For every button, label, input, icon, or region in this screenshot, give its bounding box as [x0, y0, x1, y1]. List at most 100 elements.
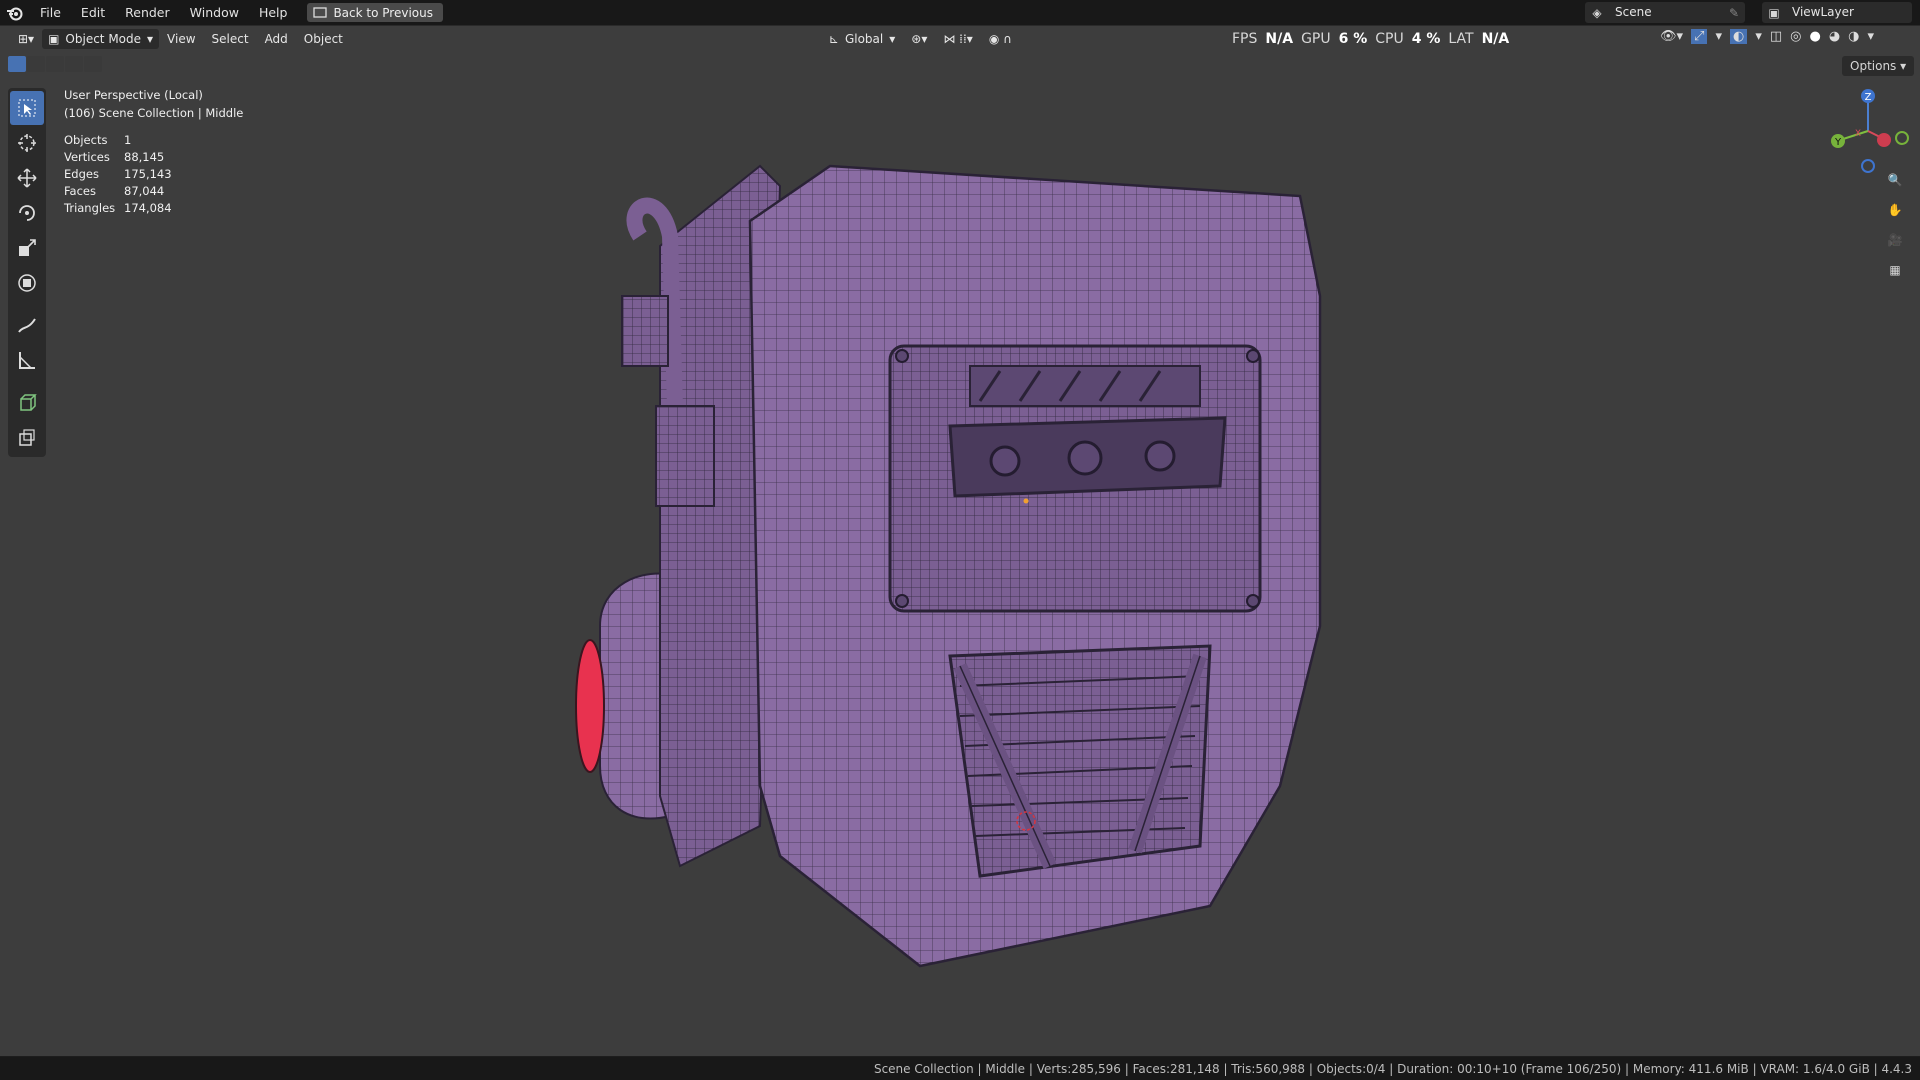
- viewport-shading-controls: 👁▾ ⤢ ▾ ◐ ▾ ◫ ◎ ● ◕ ◑ ▾: [1660, 29, 1875, 44]
- pivot-icon[interactable]: ⊛▾: [903, 29, 935, 49]
- add-cube-tool[interactable]: [10, 385, 44, 419]
- stat-value: 87,044: [124, 184, 165, 198]
- rotate-icon: [19, 205, 35, 221]
- orientation-label: Global: [844, 32, 884, 46]
- hand-icon[interactable]: ✋: [1880, 198, 1910, 222]
- viewlayer-name-field[interactable]: ViewLayer: [1786, 2, 1860, 23]
- zoom-icon[interactable]: 🔍: [1880, 168, 1910, 192]
- select-menu[interactable]: Select: [204, 29, 257, 49]
- menu-help[interactable]: Help: [249, 0, 298, 25]
- overlay-toggle-icon[interactable]: ◐: [1729, 29, 1748, 44]
- viewport-nav-buttons: 🔍 ✋ 🎥 ▦: [1880, 168, 1910, 282]
- annotate-icon: [18, 318, 36, 333]
- select-intersect-icon[interactable]: [84, 56, 102, 72]
- x-axis-label: X: [1855, 129, 1861, 139]
- stat-row: Triangles 174,084: [64, 200, 172, 217]
- gpu-value: 6 %: [1338, 31, 1368, 47]
- menu-edit[interactable]: Edit: [71, 0, 115, 25]
- 3d-viewport[interactable]: ⊞▾ ▣ Object Mode ▾ View Select Add Objec…: [0, 25, 1920, 1056]
- proportional-edit-icon[interactable]: ◉ ∩: [981, 29, 1020, 49]
- xray-icon[interactable]: ◫: [1770, 29, 1782, 44]
- add-cube-icon: [20, 394, 37, 411]
- grid-icon[interactable]: ▦: [1880, 258, 1910, 282]
- material-shading-icon[interactable]: ◕: [1829, 29, 1840, 44]
- transform-orientation-dropdown[interactable]: ⊾ Global ▾: [821, 29, 903, 49]
- viewlayer-selector[interactable]: ▣ ViewLayer: [1762, 2, 1912, 23]
- select-box-tool[interactable]: [10, 91, 44, 125]
- scale-tool[interactable]: [10, 231, 44, 265]
- stat-key: Objects: [64, 133, 108, 147]
- chevron-down-icon: ▾: [147, 32, 154, 46]
- perspective-label: User Perspective (Local): [64, 88, 203, 102]
- menu-window[interactable]: Window: [180, 0, 249, 25]
- rendered-shading-icon[interactable]: ◑: [1848, 29, 1859, 44]
- viewport-header: ⊞▾ ▣ Object Mode ▾ View Select Add Objec…: [0, 26, 1920, 52]
- x-axis-handle[interactable]: [1877, 133, 1891, 147]
- fps-label: FPS: [1232, 31, 1258, 47]
- gpu-label: GPU: [1301, 31, 1331, 47]
- scene-selector[interactable]: ◈ Scene ✎: [1585, 2, 1745, 23]
- select-subtract-icon[interactable]: [46, 56, 64, 72]
- scene-name-field[interactable]: Scene: [1609, 2, 1658, 23]
- screen-icon: [313, 6, 328, 18]
- stat-key: Triangles: [64, 201, 116, 215]
- status-text: Scene Collection | Middle | Verts:285,59…: [873, 1061, 1912, 1076]
- extrude-tool[interactable]: [10, 420, 44, 454]
- stat-key: Vertices: [64, 150, 110, 164]
- transform-tool[interactable]: [10, 266, 44, 300]
- collection-label: (106) Scene Collection | Middle: [64, 106, 244, 120]
- object-mode-label: Object Mode: [65, 32, 142, 46]
- object-mode-icon: ▣: [48, 32, 60, 46]
- select-invert-icon[interactable]: [65, 56, 83, 72]
- lat-label: LAT: [1448, 31, 1474, 47]
- select-new-icon[interactable]: [8, 56, 26, 72]
- scene-icon: ◈: [1592, 5, 1602, 20]
- viewport-info: User Perspective (Local) (106) Scene Col…: [64, 86, 243, 122]
- rotate-tool[interactable]: [10, 196, 44, 230]
- fps-value: N/A: [1265, 31, 1294, 47]
- pin-icon[interactable]: ✎: [1729, 6, 1745, 20]
- editor-type-button[interactable]: ⊞▾: [10, 29, 42, 49]
- neg-z-handle[interactable]: [1861, 159, 1875, 173]
- mesh-object[interactable]: [560, 146, 1340, 976]
- tool-shelf: [8, 88, 46, 457]
- stat-value: 174,084: [124, 201, 172, 215]
- back-to-previous-button[interactable]: Back to Previous: [307, 3, 443, 22]
- viewlayer-icon: ▣: [1768, 5, 1780, 20]
- menu-render[interactable]: Render: [115, 0, 180, 25]
- stat-key: Edges: [64, 167, 99, 181]
- annotate-tool[interactable]: [10, 308, 44, 342]
- blender-logo-icon[interactable]: [0, 0, 30, 25]
- measure-tool[interactable]: [10, 343, 44, 377]
- red-ring: [575, 639, 605, 773]
- lat-value: N/A: [1481, 31, 1510, 47]
- object-mode-dropdown[interactable]: ▣ Object Mode ▾: [42, 29, 160, 49]
- z-axis-label: Z: [1865, 92, 1872, 103]
- chevron-down-icon: ▾: [889, 32, 896, 46]
- solid-shading-icon[interactable]: ●: [1809, 29, 1820, 44]
- stat-key: Faces: [64, 184, 96, 198]
- snap-icon[interactable]: ⋈ ⁞⁞▾: [935, 29, 980, 49]
- crosshair-icon: [18, 134, 36, 152]
- transform-icon: [18, 274, 36, 292]
- view-menu[interactable]: View: [159, 29, 203, 49]
- options-dropdown[interactable]: Options ▾: [1842, 56, 1915, 76]
- visibility-icon[interactable]: 👁▾: [1660, 29, 1683, 44]
- 3d-cursor-tool[interactable]: [10, 126, 44, 160]
- stat-row: Vertices 88,145: [64, 149, 172, 166]
- move-tool[interactable]: [10, 161, 44, 195]
- top-menu-bar: File Edit Render Window Help Back to Pre…: [0, 0, 1920, 25]
- y-axis-label: Y: [1834, 137, 1842, 148]
- gizmo-toggle-icon[interactable]: ⤢: [1691, 29, 1708, 44]
- select-extend-icon[interactable]: [27, 56, 45, 72]
- selection-mode-buttons: [8, 56, 102, 72]
- menu-file[interactable]: File: [30, 0, 71, 25]
- wireframe-shading-icon[interactable]: ◎: [1790, 29, 1801, 44]
- add-menu[interactable]: Add: [257, 29, 296, 49]
- neg-y-handle[interactable]: [1895, 131, 1909, 145]
- object-menu[interactable]: Object: [296, 29, 351, 49]
- camera-icon[interactable]: 🎥: [1880, 228, 1910, 252]
- move-icon: [17, 168, 37, 188]
- navigation-gizmo[interactable]: Z Y X: [1820, 86, 1910, 176]
- scene-statistics: Objects 1 Vertices 88,145 Edges 175,143 Fac…: [64, 132, 172, 217]
